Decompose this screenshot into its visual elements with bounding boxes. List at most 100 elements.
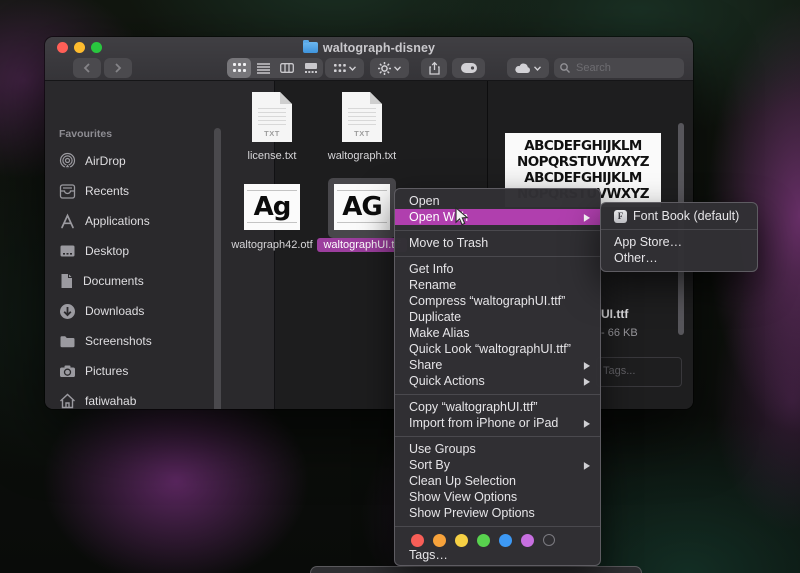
menu-item-quick-actions[interactable]: Quick Actions ▶ (395, 373, 600, 389)
menu-separator (395, 393, 600, 395)
sidebar-item-documents[interactable]: Documents (55, 266, 255, 296)
downloads-icon (60, 303, 75, 319)
list-view-button[interactable] (251, 58, 275, 78)
tag-button[interactable] (452, 58, 485, 78)
camera-icon (60, 365, 75, 377)
group-by-dropdown[interactable] (325, 58, 364, 78)
tag-green[interactable] (477, 533, 490, 547)
submenu-item-font-book[interactable]: F Font Book (default) (601, 208, 757, 224)
chevron-left-icon (83, 63, 90, 73)
preview-tags-field[interactable]: Tags... (596, 357, 682, 387)
menu-item-share[interactable]: Share ▶ (395, 357, 600, 373)
menu-item-compress[interactable]: Compress “waltographUI.ttf” (395, 293, 600, 309)
menu-item-quick-look[interactable]: Quick Look “waltographUI.ttf” (395, 341, 600, 357)
menu-item-use-groups[interactable]: Use Groups (395, 441, 600, 457)
sidebar-label: Downloads (85, 304, 145, 318)
file-icon-waltograph-txt[interactable]: TXT (342, 92, 382, 142)
search-icon (560, 63, 570, 73)
cloud-dropdown[interactable] (507, 58, 549, 78)
share-button[interactable] (421, 58, 447, 78)
sidebar-item-recents[interactable]: Recents (55, 176, 255, 206)
font-glyph-preview: Ag (253, 192, 292, 222)
column-view-button[interactable] (275, 58, 299, 78)
menu-item-sort-by[interactable]: Sort By ▶ (395, 457, 600, 473)
submenu-arrow-icon: ▶ (583, 375, 590, 387)
grid-view-icon (232, 63, 246, 72)
tag-none[interactable] (543, 534, 555, 546)
file-icon-license-txt[interactable]: TXT (252, 92, 292, 142)
submenu-arrow-icon: ▶ (583, 417, 590, 429)
forward-button[interactable] (104, 58, 132, 78)
menu-item-open-with[interactable]: Open With ▶ (395, 209, 600, 225)
desktop-wallpaper: waltograph-disney Search Favourites AirD… (0, 0, 800, 573)
sidebar-label: Desktop (85, 244, 130, 258)
sidebar-label: AirDrop (85, 154, 126, 168)
view-switcher (227, 58, 323, 78)
recents-icon (59, 183, 76, 199)
chevron-right-icon (115, 63, 122, 73)
folder-icon (302, 40, 318, 53)
icon-view-button[interactable] (227, 58, 251, 78)
back-button[interactable] (73, 58, 101, 78)
menu-item-rename[interactable]: Rename (395, 277, 600, 293)
file-icon-waltographui-ttf[interactable]: AG (334, 184, 390, 230)
applications-icon (61, 212, 74, 228)
sidebar-item-home[interactable]: fatiwahab (55, 386, 255, 409)
submenu-arrow-icon: ▶ (583, 211, 590, 223)
submenu-item-app-store[interactable]: App Store… (601, 234, 757, 250)
menu-item-show-view-options[interactable]: Show View Options (395, 489, 600, 505)
menu-item-show-preview-options[interactable]: Show Preview Options (395, 505, 600, 521)
sidebar-label: Pictures (85, 364, 129, 378)
list-view-icon (256, 63, 270, 74)
window-chrome: waltograph-disney (45, 37, 693, 81)
context-menu: Open Open With ▶ Move to Trash Get Info … (394, 188, 601, 566)
tag-blue[interactable] (499, 533, 512, 547)
submenu-item-other[interactable]: Other… (601, 250, 757, 266)
menu-item-tags[interactable]: Tags… (395, 548, 600, 565)
menu-separator (601, 228, 757, 230)
menu-item-make-alias[interactable]: Make Alias (395, 325, 600, 341)
menu-item-copy[interactable]: Copy “waltographUI.ttf” (395, 399, 600, 415)
share-icon (428, 61, 440, 75)
menu-separator (395, 435, 600, 437)
font-book-app-icon: F (614, 209, 627, 223)
file-label-waltograph-txt[interactable]: waltograph.txt (307, 150, 417, 162)
action-menu-button[interactable] (370, 58, 409, 78)
tag-red[interactable] (411, 533, 424, 547)
sidebar-scrollbar[interactable] (214, 128, 221, 409)
background-window-edge (310, 566, 642, 573)
specimen-line: ABCDEFGHIJKLM (524, 138, 642, 154)
menu-item-move-to-trash[interactable]: Move to Trash (395, 235, 600, 251)
menu-item-import-from-iphone[interactable]: Import from iPhone or iPad ▶ (395, 415, 600, 431)
chevron-down-icon (393, 65, 402, 71)
desktop-icon (60, 245, 75, 257)
window-title: waltograph-disney (322, 40, 436, 55)
submenu-arrow-icon: ▶ (583, 359, 590, 371)
menu-item-clean-up-selection[interactable]: Clean Up Selection (395, 473, 600, 489)
menu-item-open[interactable]: Open (395, 193, 600, 209)
tag-yellow[interactable] (455, 533, 468, 547)
txt-badge: TXT (354, 129, 370, 138)
sidebar-section-favourites: Favourites (59, 128, 113, 140)
menu-item-duplicate[interactable]: Duplicate (395, 309, 600, 325)
tag-purple[interactable] (521, 533, 534, 547)
tag-orange[interactable] (433, 533, 446, 547)
sidebar-label: Recents (85, 184, 130, 198)
search-input[interactable] (574, 61, 678, 75)
sidebar-label: fatiwahab (85, 394, 137, 408)
menu-item-get-info[interactable]: Get Info (395, 261, 600, 277)
specimen-line: ABCDEFGHIJKLM (524, 170, 642, 186)
chevron-down-icon (348, 65, 356, 71)
group-icon (333, 63, 346, 72)
search-field[interactable] (554, 58, 684, 78)
sidebar-item-pictures[interactable]: Pictures (55, 356, 255, 386)
chevron-down-icon (533, 65, 542, 71)
airdrop-icon (59, 152, 76, 168)
sidebar-item-screenshots[interactable]: Screenshots (55, 326, 255, 356)
folder-icon (60, 335, 75, 347)
gallery-view-button[interactable] (299, 58, 323, 78)
cursor-arrow-icon (455, 206, 469, 226)
sidebar-item-applications[interactable]: Applications (55, 206, 255, 236)
file-icon-waltograph42-otf[interactable]: Ag (244, 184, 300, 230)
sidebar-item-downloads[interactable]: Downloads (55, 296, 255, 326)
